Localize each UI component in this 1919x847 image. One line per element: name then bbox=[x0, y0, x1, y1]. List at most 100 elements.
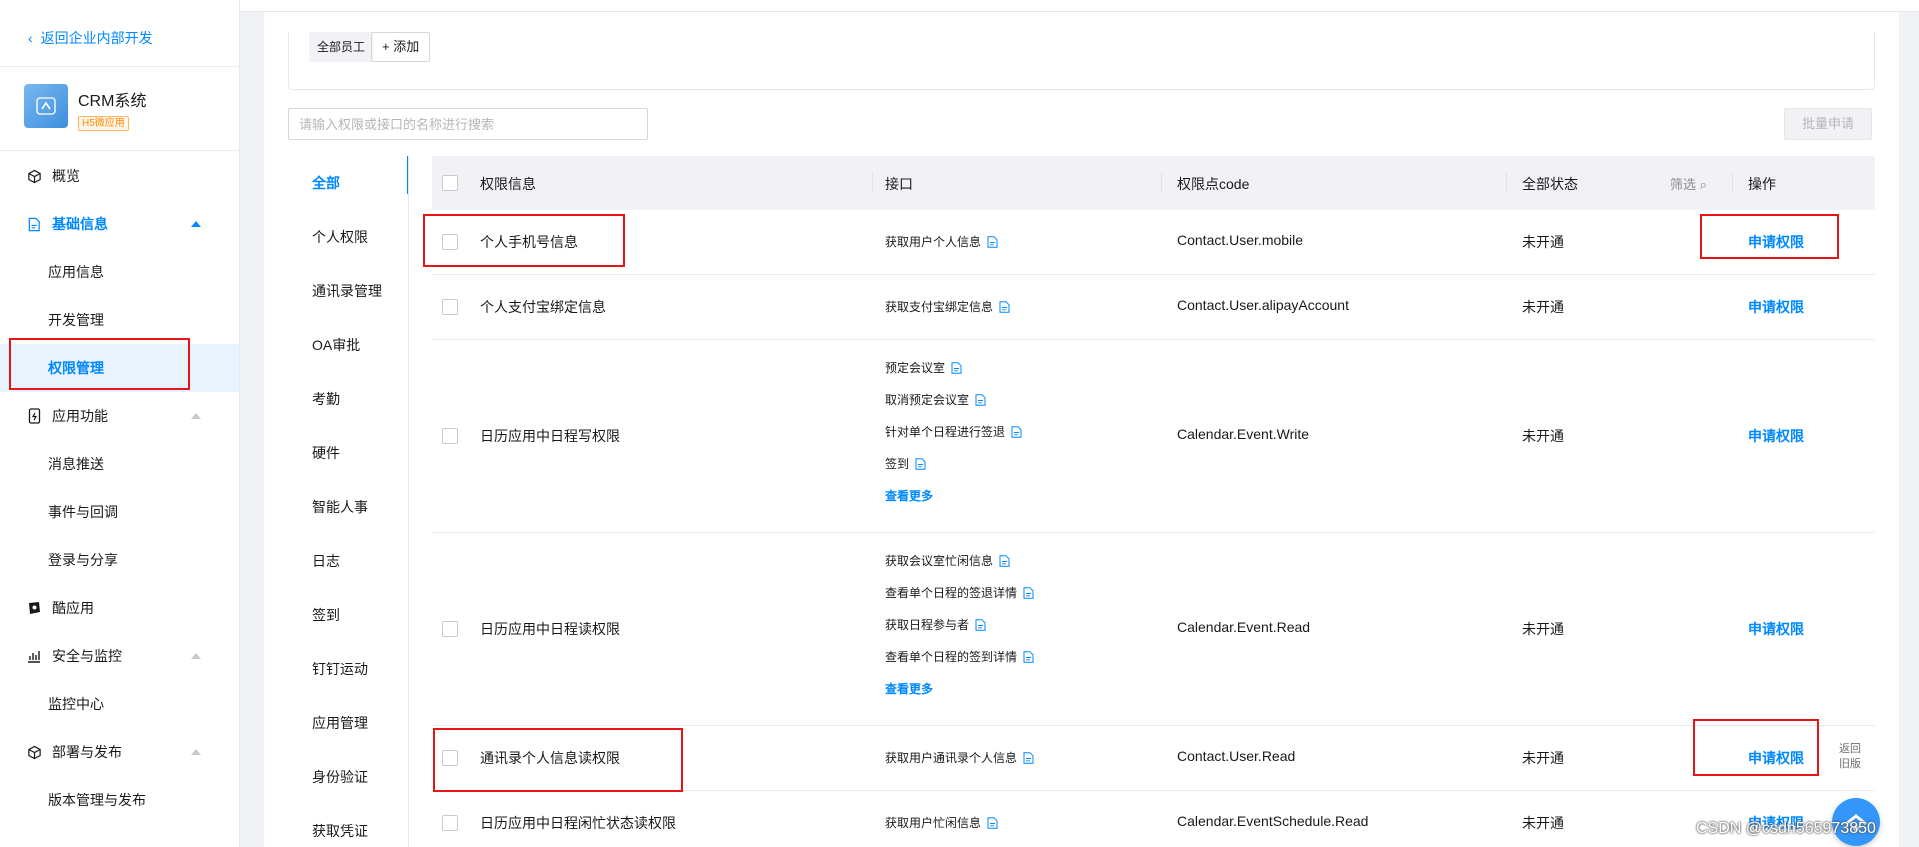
category-all[interactable]: 全部 bbox=[288, 156, 409, 210]
apply-permission-button[interactable]: 申请权限 bbox=[1748, 619, 1804, 639]
api-list: 获取用户个人信息 bbox=[885, 226, 998, 258]
nav-deploy-release[interactable]: 部署与发布 bbox=[0, 728, 239, 776]
api-name[interactable]: 针对单个日程进行签退 bbox=[885, 416, 1005, 448]
permission-name: 日历应用中日程读权限 bbox=[480, 621, 620, 637]
row-checkbox[interactable] bbox=[442, 621, 458, 637]
doc-link-icon[interactable] bbox=[951, 362, 962, 374]
category-oa-approval[interactable]: OA审批 bbox=[288, 318, 409, 372]
api-name[interactable]: 获取用户个人信息 bbox=[885, 226, 981, 258]
category-identity[interactable]: 身份验证 bbox=[288, 750, 409, 804]
category-credentials[interactable]: 获取凭证 bbox=[288, 804, 409, 847]
category-hardware[interactable]: 硬件 bbox=[288, 426, 409, 480]
category-app-management[interactable]: 应用管理 bbox=[288, 696, 409, 750]
api-name[interactable]: 签到 bbox=[885, 448, 909, 480]
apply-permission-button[interactable]: 申请权限 bbox=[1748, 297, 1804, 317]
nav-app-info[interactable]: 应用信息 bbox=[0, 248, 239, 296]
permission-code: Contact.User.Read bbox=[1177, 748, 1296, 764]
main-content: 全部员工 + 添加 批量申请 全部 个人权限 通讯录管理 OA审批 考勤 硬件 … bbox=[264, 12, 1899, 847]
api-item: 预定会议室 bbox=[885, 352, 1022, 384]
column-divider bbox=[1161, 173, 1162, 193]
doc-link-icon[interactable] bbox=[975, 394, 986, 406]
nav-basic-info[interactable]: 基础信息 bbox=[0, 200, 239, 248]
table-row: 日历应用中日程读权限 获取会议室忙闲信息 查看单个日程的签退详情 获取日程参与者… bbox=[432, 533, 1875, 726]
permission-status: 未开通 bbox=[1522, 750, 1564, 766]
api-name[interactable]: 获取日程参与者 bbox=[885, 609, 969, 641]
permission-status: 未开通 bbox=[1522, 234, 1564, 250]
cube-icon bbox=[26, 168, 42, 184]
permission-name: 日历应用中日程闲忙状态读权限 bbox=[480, 815, 676, 831]
doc-link-icon[interactable] bbox=[1023, 651, 1034, 663]
nav-monitoring-center[interactable]: 监控中心 bbox=[0, 680, 239, 728]
row-checkbox[interactable] bbox=[442, 299, 458, 315]
nav-message-push[interactable]: 消息推送 bbox=[0, 440, 239, 488]
api-item: 获取用户忙闲信息 bbox=[885, 807, 998, 839]
status-filter[interactable]: 筛选 ⌕ bbox=[1670, 174, 1707, 193]
permission-code: Contact.User.alipayAccount bbox=[1177, 297, 1349, 313]
nav-label: 应用功能 bbox=[52, 408, 108, 424]
nav-events-callbacks[interactable]: 事件与回调 bbox=[0, 488, 239, 536]
category-smart-hr[interactable]: 智能人事 bbox=[288, 480, 409, 534]
view-more-link[interactable]: 查看更多 bbox=[885, 480, 1022, 512]
category-personal[interactable]: 个人权限 bbox=[288, 210, 409, 264]
nav-cool-app[interactable]: 酷应用 bbox=[0, 584, 239, 632]
permission-search-input[interactable] bbox=[288, 108, 648, 140]
api-name[interactable]: 查看单个日程的签到详情 bbox=[885, 641, 1017, 673]
phone-icon bbox=[26, 408, 42, 424]
category-checkin[interactable]: 签到 bbox=[288, 588, 409, 642]
doc-link-icon[interactable] bbox=[999, 301, 1010, 313]
api-name[interactable]: 获取用户通讯录个人信息 bbox=[885, 742, 1017, 774]
caret-up-icon bbox=[191, 653, 201, 659]
api-name[interactable]: 查看单个日程的签退详情 bbox=[885, 577, 1017, 609]
row-checkbox[interactable] bbox=[442, 428, 458, 444]
category-attendance[interactable]: 考勤 bbox=[288, 372, 409, 426]
permission-name: 个人支付宝绑定信息 bbox=[480, 299, 606, 315]
nav-security-monitoring[interactable]: 安全与监控 bbox=[0, 632, 239, 680]
sidebar: ‹ 返回企业内部开发 CRM系统 H5微应用 概览 基础信息 应用信息 开发管理… bbox=[0, 0, 240, 847]
nav-app-features[interactable]: 应用功能 bbox=[0, 392, 239, 440]
api-name[interactable]: 获取用户忙闲信息 bbox=[885, 807, 981, 839]
doc-link-icon[interactable] bbox=[1023, 752, 1034, 764]
add-button[interactable]: + 添加 bbox=[371, 32, 431, 62]
highlight-box-permission-menu bbox=[9, 338, 190, 390]
nav-dev-management[interactable]: 开发管理 bbox=[0, 296, 239, 344]
api-name[interactable]: 预定会议室 bbox=[885, 352, 945, 384]
back-to-old-version-button[interactable]: 返回 旧版 bbox=[1830, 742, 1870, 772]
doc-link-icon[interactable] bbox=[975, 619, 986, 631]
doc-icon bbox=[26, 216, 42, 232]
view-more-link[interactable]: 查看更多 bbox=[885, 673, 1034, 705]
doc-link-icon[interactable] bbox=[1023, 587, 1034, 599]
table-row: 个人支付宝绑定信息 获取支付宝绑定信息 Contact.User.alipayA… bbox=[432, 275, 1875, 340]
api-name[interactable]: 获取支付宝绑定信息 bbox=[885, 291, 993, 323]
back-to-internal-dev-link[interactable]: ‹ 返回企业内部开发 bbox=[28, 28, 153, 48]
nav-label: 事件与回调 bbox=[48, 504, 118, 520]
row-checkbox[interactable] bbox=[442, 815, 458, 831]
api-list: 获取用户忙闲信息 bbox=[885, 807, 998, 839]
permission-code: Calendar.Event.Write bbox=[1177, 426, 1310, 442]
apply-permission-button[interactable]: 申请权限 bbox=[1748, 426, 1804, 446]
nav-overview[interactable]: 概览 bbox=[0, 152, 239, 200]
category-sports[interactable]: 钉钉运动 bbox=[288, 642, 409, 696]
cool-app-icon bbox=[26, 600, 42, 616]
category-log[interactable]: 日志 bbox=[288, 534, 409, 588]
divider bbox=[0, 150, 240, 151]
doc-link-icon[interactable] bbox=[987, 236, 998, 248]
api-name[interactable]: 获取会议室忙闲信息 bbox=[885, 545, 993, 577]
doc-link-icon[interactable] bbox=[1011, 426, 1022, 438]
doc-link-icon[interactable] bbox=[987, 817, 998, 829]
divider bbox=[0, 66, 240, 67]
highlight-box-contacts-read bbox=[433, 728, 683, 792]
category-contacts[interactable]: 通讯录管理 bbox=[288, 264, 409, 318]
nav-login-share[interactable]: 登录与分享 bbox=[0, 536, 239, 584]
all-employees-chip[interactable]: 全部员工 bbox=[309, 32, 374, 62]
doc-link-icon[interactable] bbox=[999, 555, 1010, 567]
nav-label: 版本管理与发布 bbox=[48, 792, 146, 808]
doc-link-icon[interactable] bbox=[915, 458, 926, 470]
watermark: CSDN @csdn565973850 bbox=[1696, 820, 1876, 837]
select-all-checkbox[interactable] bbox=[442, 175, 458, 191]
permission-code: Calendar.Event.Read bbox=[1177, 619, 1311, 635]
chevron-left-icon: ‹ bbox=[28, 30, 33, 46]
api-name[interactable]: 取消预定会议室 bbox=[885, 384, 969, 416]
column-divider bbox=[1506, 173, 1507, 193]
batch-apply-button[interactable]: 批量申请 bbox=[1784, 108, 1872, 140]
nav-version-release[interactable]: 版本管理与发布 bbox=[0, 776, 239, 824]
